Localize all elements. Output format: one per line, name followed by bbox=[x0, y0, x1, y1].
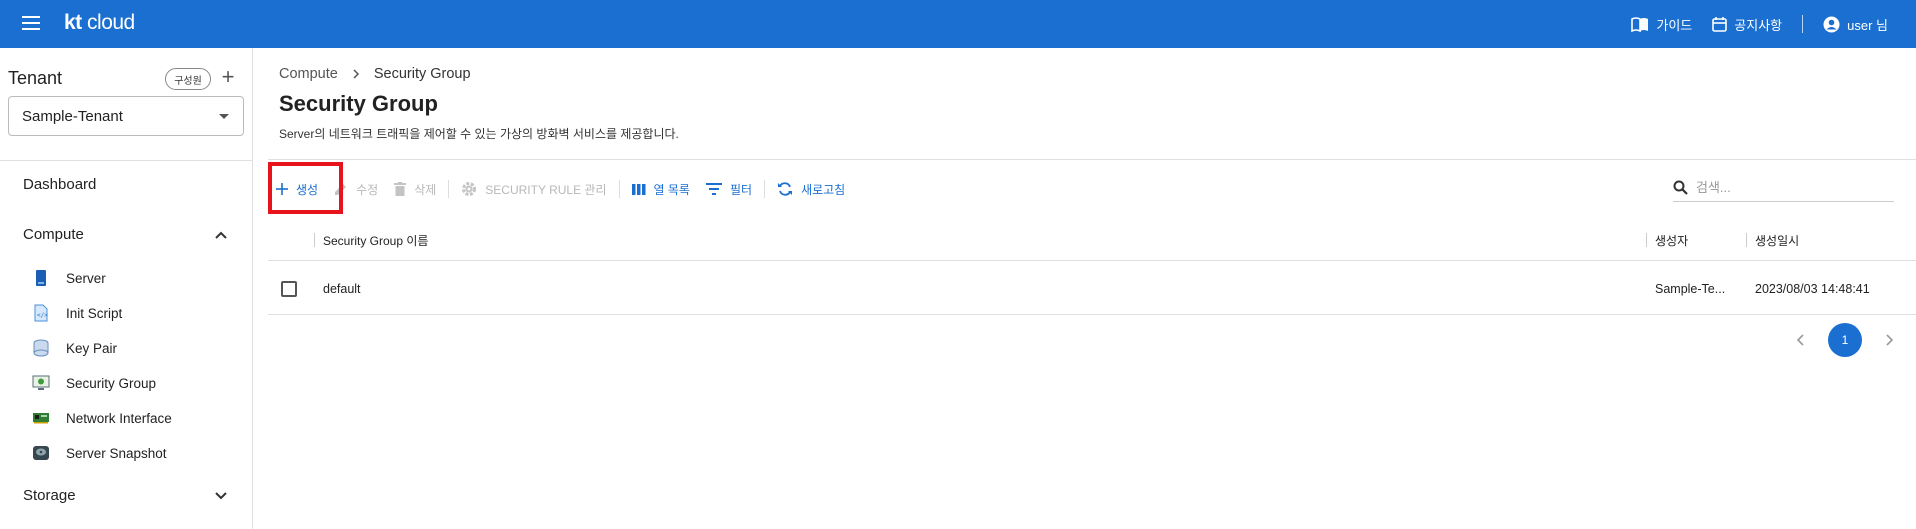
add-tenant-icon[interactable]: + bbox=[218, 65, 238, 89]
breadcrumb: Compute Security Group bbox=[279, 66, 471, 82]
sidebar-item-label: Security Group bbox=[66, 375, 157, 391]
columns-label: 열 목록 bbox=[653, 182, 690, 197]
key-pair-icon bbox=[32, 339, 50, 357]
user-menu[interactable]: user 님 bbox=[1823, 15, 1888, 34]
chevron-right-icon bbox=[353, 69, 359, 79]
table-row[interactable]: default Sample-Te... 2023/08/03 14:48:41 bbox=[268, 262, 1916, 315]
gear-icon bbox=[462, 182, 477, 196]
cell-name: default bbox=[323, 281, 361, 296]
security-rule-label: SECURITY RULE 관리 bbox=[485, 182, 607, 197]
logo-cloud: cloud bbox=[87, 11, 135, 34]
top-navigation-bar: kt cloud 가이드 공지사항 user 님 bbox=[0, 0, 1916, 48]
search-input[interactable] bbox=[1696, 180, 1876, 195]
sidebar-item-dashboard[interactable]: Dashboard bbox=[23, 176, 96, 193]
sidebar-item-label: Server bbox=[66, 270, 106, 286]
snapshot-disk-icon bbox=[32, 444, 50, 462]
sidebar-item-storage[interactable]: Storage bbox=[23, 487, 76, 504]
search-box[interactable] bbox=[1673, 174, 1894, 202]
refresh-label: 새로고침 bbox=[801, 182, 846, 197]
header-divider bbox=[1802, 15, 1804, 33]
script-file-icon: </> bbox=[32, 304, 50, 322]
header-divider-line bbox=[268, 159, 1916, 160]
table-header: Security Group 이름 생성자 생성일시 bbox=[268, 219, 1916, 261]
cell-creator: Sample-Te... bbox=[1655, 281, 1726, 296]
sidebar-item-server-snapshot[interactable]: Server Snapshot bbox=[32, 441, 167, 465]
guide-label: 가이드 bbox=[1656, 17, 1693, 33]
column-divider bbox=[1646, 233, 1647, 247]
toolbar-divider bbox=[764, 180, 766, 198]
sidebar: Tenant 구성원 + Sample-Tenant Dashboard Com… bbox=[0, 48, 253, 529]
toolbar-divider bbox=[618, 180, 620, 198]
account-circle-icon bbox=[1823, 16, 1840, 32]
edit-label: 수정 bbox=[356, 182, 379, 197]
row-checkbox-cell bbox=[281, 262, 297, 315]
breadcrumb-compute[interactable]: Compute bbox=[279, 66, 338, 82]
column-divider bbox=[1746, 233, 1747, 247]
sidebar-item-label: Network Interface bbox=[66, 410, 172, 426]
view-column-icon bbox=[631, 183, 645, 195]
guide-link[interactable]: 가이드 bbox=[1631, 15, 1692, 34]
sidebar-item-init-script[interactable]: </> Init Script bbox=[32, 301, 122, 325]
tenant-select-value: Sample-Tenant bbox=[22, 107, 123, 125]
column-divider bbox=[314, 233, 315, 247]
notice-label: 공지사항 bbox=[1734, 17, 1783, 33]
logo-kt: kt bbox=[64, 11, 82, 34]
sidebar-item-label: Key Pair bbox=[66, 340, 118, 356]
delete-label: 삭제 bbox=[414, 182, 437, 197]
delete-button[interactable]: 삭제 bbox=[386, 170, 444, 208]
chevron-up-icon[interactable] bbox=[214, 228, 228, 242]
page-title: Security Group bbox=[279, 91, 438, 116]
previous-page-icon[interactable] bbox=[1784, 323, 1818, 357]
cell-created-at: 2023/08/03 14:48:41 bbox=[1755, 281, 1870, 296]
tenant-select[interactable]: Sample-Tenant bbox=[8, 96, 244, 136]
network-card-icon bbox=[32, 409, 50, 427]
column-header-creator[interactable]: 생성자 bbox=[1646, 219, 1688, 261]
search-icon bbox=[1673, 180, 1688, 195]
security-monitor-icon bbox=[32, 374, 50, 392]
column-header-label: Security Group 이름 bbox=[323, 233, 429, 248]
toolbar: 생성 수정 삭제 SECURITY RULE 관리 열 목록 필터 새로고침 bbox=[268, 170, 853, 208]
page-number-current[interactable]: 1 bbox=[1828, 323, 1862, 357]
filter-list-icon bbox=[705, 183, 722, 195]
sidebar-item-key-pair[interactable]: Key Pair bbox=[32, 336, 117, 360]
refresh-icon bbox=[778, 182, 793, 196]
main-content: Compute Security Group Security Group Se… bbox=[254, 48, 1916, 529]
column-header-label: 생성일시 bbox=[1755, 233, 1800, 248]
filter-button[interactable]: 필터 bbox=[698, 170, 760, 208]
sidebar-item-security-group[interactable]: Security Group bbox=[32, 371, 156, 395]
notice-link[interactable]: 공지사항 bbox=[1712, 15, 1782, 34]
sidebar-item-label: Init Script bbox=[66, 305, 123, 321]
user-name: user 님 bbox=[1847, 17, 1888, 33]
columns-button[interactable]: 열 목록 bbox=[624, 170, 698, 208]
row-checkbox[interactable] bbox=[281, 280, 297, 297]
column-header-name[interactable]: Security Group 이름 bbox=[314, 219, 428, 261]
column-header-label: 생성자 bbox=[1655, 233, 1689, 248]
sidebar-item-server[interactable]: Server bbox=[32, 266, 106, 290]
pagination: 1 bbox=[1784, 323, 1906, 357]
calendar-icon bbox=[1712, 17, 1728, 32]
tenant-title: Tenant bbox=[8, 68, 63, 88]
chevron-down-icon[interactable] bbox=[214, 489, 228, 503]
refresh-button[interactable]: 새로고침 bbox=[769, 170, 853, 208]
member-button[interactable]: 구성원 bbox=[165, 68, 211, 90]
sidebar-item-compute[interactable]: Compute bbox=[23, 226, 84, 243]
security-rule-button[interactable]: SECURITY RULE 관리 bbox=[453, 170, 614, 208]
column-header-created-at[interactable]: 생성일시 bbox=[1746, 219, 1799, 261]
sidebar-item-network-interface[interactable]: Network Interface bbox=[32, 406, 172, 430]
create-button-highlight bbox=[268, 162, 343, 214]
sidebar-divider bbox=[0, 160, 253, 161]
page-description: Server의 네트워크 트래픽을 제어할 수 있는 가상의 방화벽 서비스를 … bbox=[279, 127, 679, 141]
breadcrumb-current: Security Group bbox=[373, 66, 471, 82]
toolbar-divider bbox=[448, 180, 450, 198]
sidebar-item-label: Server Snapshot bbox=[66, 445, 167, 461]
kt-cloud-logo[interactable]: kt cloud bbox=[64, 11, 135, 35]
menu-icon[interactable] bbox=[22, 16, 40, 30]
server-icon bbox=[32, 269, 50, 287]
filter-label: 필터 bbox=[729, 182, 753, 197]
dropdown-arrow-icon bbox=[219, 114, 229, 119]
trash-icon bbox=[394, 182, 407, 196]
book-icon bbox=[1631, 16, 1649, 32]
svg-text:</>: </> bbox=[37, 312, 48, 319]
next-page-icon[interactable] bbox=[1872, 323, 1906, 357]
